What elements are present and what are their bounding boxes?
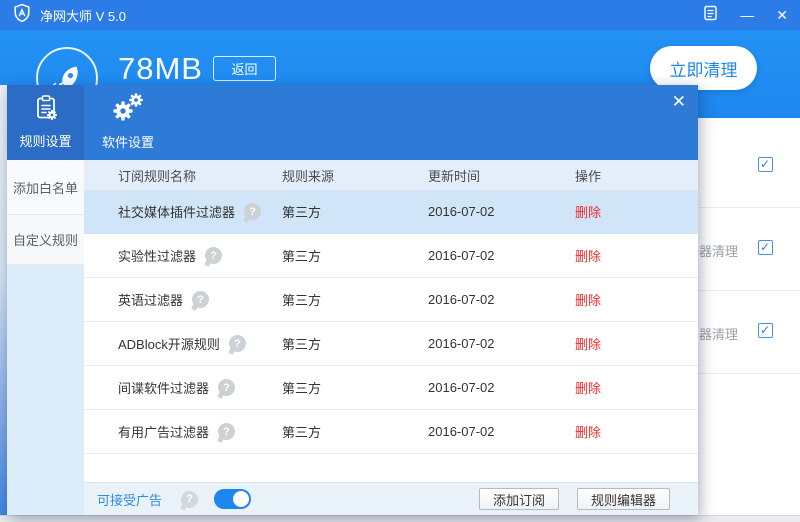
back-button[interactable]: 返回 xyxy=(213,56,276,81)
table-row[interactable]: 社交媒体插件过滤器? 第三方 2016-07-02 删除 xyxy=(84,190,698,234)
dialog-footer: 可接受广告 ? 添加订阅 规则编辑器 xyxy=(84,482,698,515)
help-icon[interactable]: ? xyxy=(229,335,246,352)
rule-updated: 2016-07-02 xyxy=(428,292,575,307)
close-dialog-button[interactable]: ✕ xyxy=(669,90,689,113)
window-bottom-edge xyxy=(0,515,800,522)
rule-name: 社交媒体插件过滤器 xyxy=(118,202,235,221)
rule-updated: 2016-07-02 xyxy=(428,204,575,219)
sidebar-item-label: 自定义规则 xyxy=(13,230,78,249)
table-header: 订阅规则名称 规则来源 更新时间 操作 xyxy=(84,160,698,190)
feedback-icon[interactable] xyxy=(703,5,718,26)
acceptable-ads-label[interactable]: 可接受广告 xyxy=(97,490,162,509)
cleanable-size: 78MB xyxy=(118,51,203,87)
rule-source: 第三方 xyxy=(282,422,428,441)
delete-link[interactable]: 删除 xyxy=(575,381,601,396)
help-icon[interactable]: ? xyxy=(181,491,198,508)
settings-dialog: 规则设置 添加白名单 自定义规则 xyxy=(7,85,698,515)
help-icon[interactable]: ? xyxy=(218,379,235,396)
sidebar-item-label: 添加白名单 xyxy=(13,178,78,197)
cleanup-checkbox[interactable] xyxy=(758,323,773,338)
column-header: 更新时间 xyxy=(428,166,575,185)
rule-source: 第三方 xyxy=(282,246,428,265)
rule-source: 第三方 xyxy=(282,378,428,397)
window-title: 净网大师 V 5.0 xyxy=(40,6,126,25)
delete-link[interactable]: 删除 xyxy=(575,249,601,264)
rule-updated: 2016-07-02 xyxy=(428,380,575,395)
table-row[interactable]: ADBlock开源规则? 第三方 2016-07-02 删除 xyxy=(84,322,698,366)
app-logo-shield-icon xyxy=(12,3,32,28)
toggle-knob xyxy=(233,491,249,507)
delete-link[interactable]: 删除 xyxy=(575,425,601,440)
titlebar: 净网大师 V 5.0 — ✕ xyxy=(0,0,800,30)
table-row[interactable]: 间谍软件过滤器? 第三方 2016-07-02 删除 xyxy=(84,366,698,410)
clipboard-gear-icon xyxy=(32,94,60,125)
cleanup-checkbox[interactable] xyxy=(758,157,773,172)
rule-updated: 2016-07-02 xyxy=(428,248,575,263)
sidebar-item-label: 规则设置 xyxy=(19,131,71,150)
clean-now-button[interactable]: 立即清理 xyxy=(650,46,757,90)
delete-link[interactable]: 删除 xyxy=(575,293,601,308)
dialog-header: 软件设置 ✕ xyxy=(84,85,698,160)
rule-name: ADBlock开源规则 xyxy=(118,334,220,353)
rule-updated: 2016-07-02 xyxy=(428,336,575,351)
bg-row-label: 器清理 xyxy=(699,324,738,343)
window-edge xyxy=(0,85,7,515)
delete-link[interactable]: 删除 xyxy=(575,337,601,352)
rule-name: 有用广告过滤器 xyxy=(118,422,209,441)
gears-icon xyxy=(111,92,145,127)
table-row[interactable]: 有用广告过滤器? 第三方 2016-07-02 删除 xyxy=(84,410,698,454)
rule-source: 第三方 xyxy=(282,334,428,353)
sidebar-item-add-whitelist[interactable]: 添加白名单 xyxy=(7,160,84,215)
delete-link[interactable]: 删除 xyxy=(575,205,601,220)
acceptable-ads-toggle[interactable] xyxy=(214,489,251,509)
help-icon[interactable]: ? xyxy=(244,203,261,220)
cleanup-checkbox[interactable] xyxy=(758,240,773,255)
app-window: 净网大师 V 5.0 — ✕ 78MB 返回 立即清理 xyxy=(0,0,800,522)
tab-software-settings[interactable]: 软件设置 xyxy=(95,92,161,151)
rule-editor-button[interactable]: 规则编辑器 xyxy=(577,488,670,510)
sidebar-item-rule-settings[interactable]: 规则设置 xyxy=(7,85,84,160)
help-icon[interactable]: ? xyxy=(218,423,235,440)
rule-updated: 2016-07-02 xyxy=(428,424,575,439)
rule-source: 第三方 xyxy=(282,202,428,221)
rule-source: 第三方 xyxy=(282,290,428,309)
sidebar-item-custom-rules[interactable]: 自定义规则 xyxy=(7,215,84,265)
column-header: 订阅规则名称 xyxy=(84,166,282,185)
tab-label: 软件设置 xyxy=(102,132,154,151)
minimize-button[interactable]: — xyxy=(740,8,754,22)
help-icon[interactable]: ? xyxy=(205,247,222,264)
rule-name: 间谍软件过滤器 xyxy=(118,378,209,397)
column-header: 规则来源 xyxy=(282,166,428,185)
rules-table: 社交媒体插件过滤器? 第三方 2016-07-02 删除 实验性过滤器? 第三方… xyxy=(84,190,698,454)
table-row[interactable]: 英语过滤器? 第三方 2016-07-02 删除 xyxy=(84,278,698,322)
rule-name: 英语过滤器 xyxy=(118,290,183,309)
rule-name: 实验性过滤器 xyxy=(118,246,196,265)
table-row[interactable]: 实验性过滤器? 第三方 2016-07-02 删除 xyxy=(84,234,698,278)
bg-row-label: 器清理 xyxy=(699,241,738,260)
close-window-button[interactable]: ✕ xyxy=(776,8,788,22)
add-subscription-button[interactable]: 添加订阅 xyxy=(479,488,559,510)
help-icon[interactable]: ? xyxy=(192,291,209,308)
dialog-sidebar: 规则设置 添加白名单 自定义规则 xyxy=(7,85,84,515)
column-header: 操作 xyxy=(575,166,698,185)
